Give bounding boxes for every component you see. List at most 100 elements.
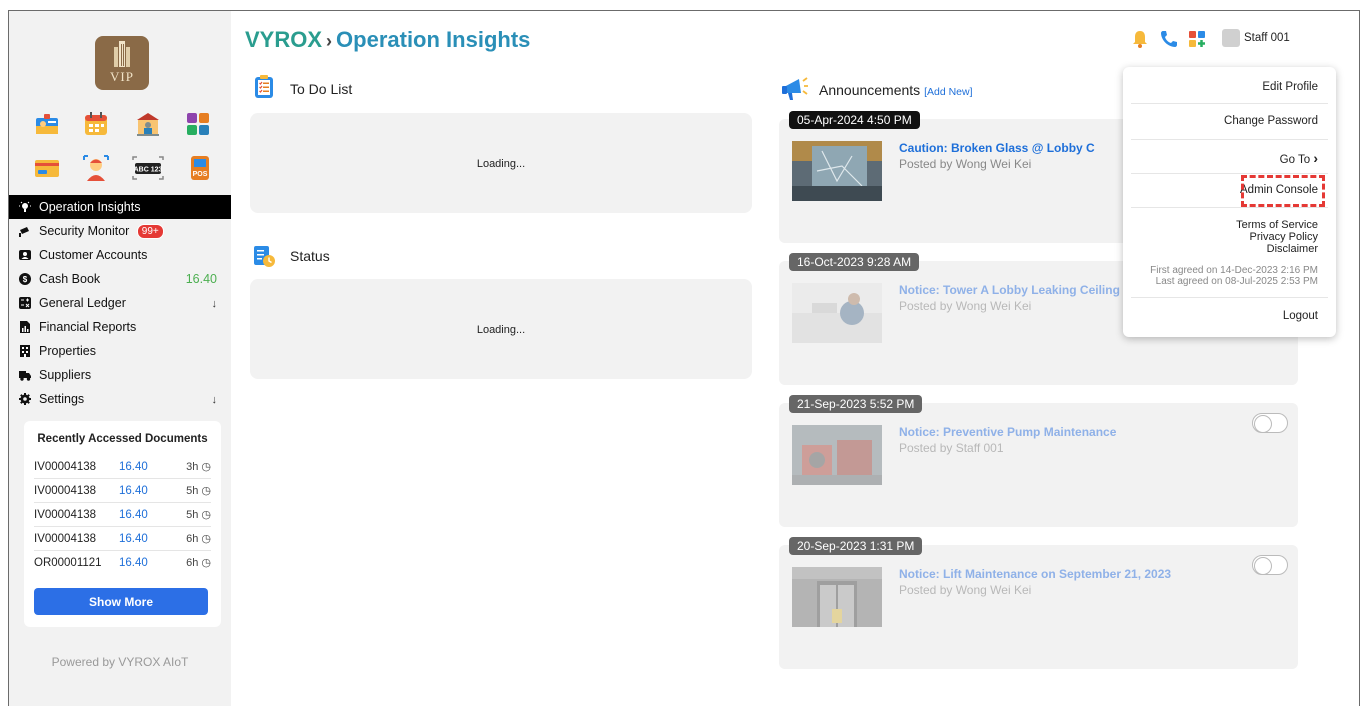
gear-icon (19, 393, 31, 405)
recent-document-row[interactable]: IV00004138 16.40 5h ◷ (34, 479, 211, 503)
document-amount: 16.40 (119, 461, 148, 473)
clock-icon: ◷ (201, 509, 211, 521)
status-loading-text: Loading... (476, 324, 526, 336)
id-card-icon[interactable] (33, 110, 61, 138)
add-new-announcement-link[interactable]: [Add New] (924, 86, 972, 98)
show-more-button[interactable]: Show More (34, 588, 208, 615)
expand-arrow-icon[interactable]: ↓ (212, 292, 218, 316)
document-time: 5h ◷ (186, 503, 211, 527)
sidebar-item-financial-reports[interactable]: Financial Reports (9, 315, 231, 339)
breadcrumb-brand[interactable]: VYROX (245, 27, 322, 52)
todo-panel: Loading... (250, 113, 752, 213)
sidebar-item-properties[interactable]: Properties (9, 339, 231, 363)
cash-book-balance: 16.40 (185, 272, 217, 286)
document-number[interactable]: IV00004138 (34, 503, 96, 527)
recent-document-row[interactable]: IV00004138 16.40 6h ◷ (34, 527, 211, 551)
license-plate-icon[interactable]: ABC 123 (130, 154, 166, 182)
sidebar-item-cash-book[interactable]: $ Cash Book 16.40 (9, 267, 231, 291)
status-title: Status (290, 248, 330, 264)
building-icon (20, 345, 30, 357)
plate-text: ABC 123 (134, 167, 163, 174)
vip-logo[interactable]: VIP (95, 36, 149, 90)
terms-of-service-link[interactable]: Terms of Service (1236, 219, 1318, 231)
announcement-thumbnail[interactable] (792, 425, 882, 485)
calendar-icon[interactable] (82, 110, 110, 138)
announcement-title[interactable]: Notice: Tower A Lobby Leaking Ceiling Re (899, 283, 1139, 297)
change-password-item[interactable]: Change Password (1224, 115, 1318, 127)
announcement-title[interactable]: Notice: Lift Maintenance on September 21… (899, 567, 1171, 581)
sidebar-item-security-monitor[interactable]: Security Monitor 99+ (9, 219, 231, 243)
announcement-title[interactable]: Notice: Preventive Pump Maintenance (899, 425, 1116, 439)
go-to-item[interactable]: Go To › (1280, 150, 1318, 166)
document-time: 6h ◷ (186, 551, 211, 575)
menu-divider (1131, 139, 1328, 140)
user-avatar[interactable] (1222, 29, 1240, 47)
credit-card-icon[interactable] (33, 154, 61, 182)
time-ago: 6h (186, 533, 199, 545)
admin-console-highlight (1241, 175, 1325, 207)
expand-arrow-icon[interactable]: ↓ (212, 388, 218, 412)
first-agreed-text: First agreed on 14-Dec-2023 2:16 PM (1150, 265, 1318, 276)
logout-item[interactable]: Logout (1283, 310, 1318, 322)
sidebar-item-suppliers[interactable]: Suppliers (9, 363, 231, 387)
privacy-policy-link[interactable]: Privacy Policy (1250, 231, 1318, 243)
time-ago: 3h (186, 461, 199, 473)
announcement-date: 05-Apr-2024 4:50 PM (789, 111, 920, 129)
announcement-thumbnail[interactable] (792, 283, 882, 343)
document-number[interactable]: IV00004138 (34, 527, 96, 551)
sidebar-item-settings[interactable]: Settings ↓ (9, 387, 231, 411)
svg-text:$: $ (23, 275, 28, 284)
puzzle-icon[interactable] (184, 110, 212, 138)
document-number[interactable]: IV00004138 (34, 455, 96, 479)
disclaimer-link[interactable]: Disclaimer (1267, 243, 1318, 255)
announcement-thumbnail[interactable] (792, 141, 882, 201)
document-time: 3h ◷ (186, 455, 211, 479)
recent-document-row[interactable]: OR00001121 16.40 6h ◷ (34, 551, 211, 575)
sidebar-item-customer-accounts[interactable]: Customer Accounts (9, 243, 231, 267)
apps-grid-icon[interactable] (1187, 29, 1207, 49)
announcement-title[interactable]: Caution: Broken Glass @ Lobby C (899, 141, 1095, 155)
face-scan-icon[interactable] (82, 154, 110, 182)
sidebar-item-label: Security Monitor (39, 224, 130, 238)
announcement-card[interactable]: 21-Sep-2023 5:52 PM Notice: Preventive P… (779, 395, 1298, 527)
bank-icon[interactable] (134, 110, 162, 138)
clock-icon: ◷ (201, 461, 211, 473)
document-number[interactable]: IV00004138 (34, 479, 96, 503)
document-time: 5h ◷ (186, 479, 211, 503)
user-name[interactable]: Staff 001 (1244, 32, 1290, 44)
announcements-title: Announcements (819, 82, 921, 98)
pin-toggle[interactable] (1252, 413, 1288, 433)
document-number[interactable]: OR00001121 (34, 551, 102, 575)
recent-documents-panel: Recently Accessed Documents IV00004138 1… (24, 421, 221, 627)
pin-toggle[interactable] (1252, 555, 1288, 575)
sidebar-item-label: Settings (39, 392, 85, 406)
sidebar-item-label: Properties (39, 344, 96, 358)
announcement-author: Posted by Staff 001 (899, 441, 1004, 455)
chevron-right-icon: › (1313, 150, 1318, 166)
document-amount: 16.40 (119, 533, 148, 545)
logo-text: VIP (110, 69, 134, 84)
app-window: VIP ABC 123 POS Operation Insights Secur… (8, 10, 1360, 706)
document-time: 6h ◷ (186, 527, 211, 551)
sidebar-item-label: Financial Reports (39, 320, 137, 334)
bell-icon[interactable] (1130, 29, 1150, 49)
time-ago: 5h (186, 509, 199, 521)
announcement-date: 21-Sep-2023 5:52 PM (789, 395, 923, 413)
sidebar-item-label: Cash Book (39, 272, 101, 286)
time-ago: 5h (186, 485, 199, 497)
report-icon (20, 321, 30, 333)
pos-icon[interactable]: POS (186, 154, 214, 182)
cctv-icon (19, 227, 29, 237)
todo-loading-text: Loading... (476, 158, 526, 170)
announcement-thumbnail[interactable] (792, 567, 882, 627)
sidebar-item-general-ledger[interactable]: General Ledger ↓ (9, 291, 231, 315)
todo-title: To Do List (290, 81, 353, 97)
sidebar-item-operation-insights[interactable]: Operation Insights (9, 195, 231, 219)
recent-document-row[interactable]: IV00004138 16.40 5h ◷ (34, 503, 211, 527)
edit-profile-item[interactable]: Edit Profile (1262, 81, 1318, 93)
menu-divider (1131, 207, 1328, 208)
recent-document-row[interactable]: IV00004138 16.40 3h ◷ (34, 455, 211, 479)
sidebar-item-label: Suppliers (39, 368, 92, 382)
announcement-card[interactable]: 20-Sep-2023 1:31 PM Notice: Lift Mainten… (779, 537, 1298, 669)
phone-icon[interactable] (1159, 29, 1179, 49)
